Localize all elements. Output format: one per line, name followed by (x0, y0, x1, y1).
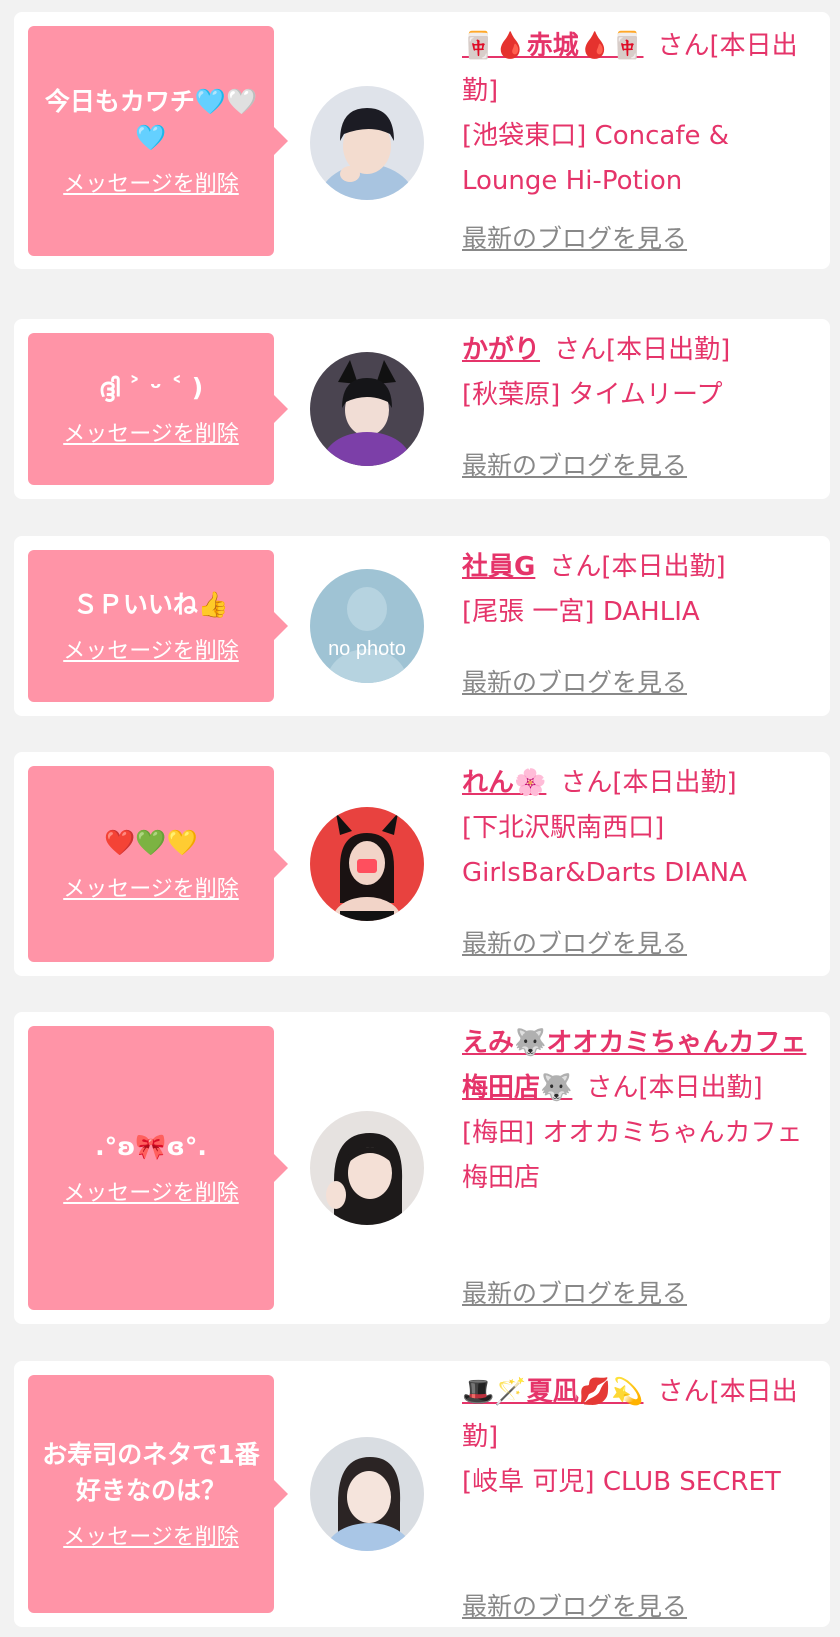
no-photo-text: no photo (328, 638, 406, 660)
no-photo-icon: no photo (310, 569, 424, 683)
name-suffix: さん (657, 31, 710, 61)
delete-message-link[interactable]: メッセージを削除 (63, 1175, 239, 1207)
work-status: [本日出勤] (606, 335, 731, 365)
avatar[interactable]: no photo (310, 569, 424, 683)
work-status: [本日出勤] (601, 552, 726, 582)
avatar[interactable] (310, 1111, 424, 1225)
girl-name-link[interactable]: 🀄🩸赤城🩸🀄 (462, 31, 644, 61)
message-bubble: 今日もカワチ🩵🤍🩵 メッセージを削除 (28, 26, 288, 256)
avatar[interactable] (310, 352, 424, 466)
avatar[interactable] (310, 1437, 424, 1551)
avatar[interactable] (310, 807, 424, 921)
message-text: ❤️💚💛 (104, 828, 198, 857)
cat-ear-girl-photo-icon (310, 352, 424, 466)
latest-blog-link[interactable]: 最新のブログを見る (462, 1587, 687, 1623)
shop-name: [梅田] オオカミちゃんカフェ梅田店 (462, 1118, 803, 1193)
girl-info: えみ🐺オオカミちゃんカフェ梅田店🐺 さん[本日出勤] [梅田] オオカミちゃんカフ… (462, 1021, 818, 1201)
message-card: ＳＰいいね👍 メッセージを削除 no photo 社員G さん[本日出勤] [尾張… (14, 536, 830, 716)
girl-name-link[interactable]: 🎩🪄夏凪💋💫 (462, 1377, 644, 1407)
girl-name-link[interactable]: れん🌸 (462, 768, 546, 798)
shop-name: [岐阜 可児] CLUB SECRET (462, 1467, 781, 1497)
name-suffix: さん (549, 552, 602, 582)
message-text: 今日もカワチ🩵🤍🩵 (44, 87, 258, 152)
latest-blog-link[interactable]: 最新のブログを見る (462, 446, 687, 482)
girl-info: 🀄🩸赤城🩸🀄 さん[本日出勤] [池袋東口] Concafe & Lounge H… (462, 24, 818, 204)
delete-message-link[interactable]: メッセージを削除 (63, 166, 239, 198)
work-status: [本日出勤] (638, 1073, 763, 1103)
name-suffix: さん (560, 768, 613, 798)
latest-blog-link[interactable]: 最新のブログを見る (462, 219, 687, 255)
work-status: [本日出勤] (612, 768, 737, 798)
devil-horn-girl-photo-icon (310, 807, 424, 921)
shop-name: [下北沢駅南西口] GirlsBar&Darts DIANA (462, 813, 747, 888)
avatar[interactable] (310, 86, 424, 200)
message-bubble: ❤️💚💛 メッセージを削除 (28, 766, 288, 962)
message-card: ദ്ദി ˃ ᵕ ˂ ) メッセージを削除 かがり さん[本日出勤] [秋葉原] … (14, 319, 830, 499)
latest-blog-link[interactable]: 最新のブログを見る (462, 924, 687, 960)
shop-name: [秋葉原] タイムリープ (462, 380, 723, 410)
delete-message-link[interactable]: メッセージを削除 (63, 633, 239, 665)
message-text: .°ʚ🎀ɞ°. (95, 1132, 207, 1161)
message-card: 今日もカワチ🩵🤍🩵 メッセージを削除 🀄🩸赤城🩸🀄 さん[本日出勤] [池袋東口]… (14, 12, 830, 269)
latest-blog-link[interactable]: 最新のブログを見る (462, 663, 687, 699)
girl-info: 🎩🪄夏凪💋💫 さん[本日出勤] [岐阜 可児] CLUB SECRET (462, 1370, 818, 1505)
message-bubble: ദ്ദി ˃ ᵕ ˂ ) メッセージを削除 (28, 333, 288, 485)
shop-name: [尾張 一宮] DAHLIA (462, 597, 700, 627)
latest-blog-link[interactable]: 最新のブログを見る (462, 1274, 687, 1310)
cosplay-girl-photo-icon (310, 86, 424, 200)
message-card: お寿司のネタで1番好きなのは？ メッセージを削除 🎩🪄夏凪💋💫 さん[本日出勤] … (14, 1361, 830, 1627)
message-bubble: .°ʚ🎀ɞ°. メッセージを削除 (28, 1026, 288, 1310)
shop-name: [池袋東口] Concafe & Lounge Hi-Potion (462, 121, 730, 196)
message-text: ＳＰいいね👍 (72, 590, 230, 619)
peace-sign-girl-photo-icon (310, 1111, 424, 1225)
message-card: .°ʚ🎀ɞ°. メッセージを削除 えみ🐺オオカミちゃんカフェ梅田店🐺 さん[本日出… (14, 1012, 830, 1324)
message-bubble: お寿司のネタで1番好きなのは？ メッセージを削除 (28, 1375, 288, 1613)
message-card: ❤️💚💛 メッセージを削除 れん🌸 さん[本日出勤] [下北沢駅南西口] Girl… (14, 752, 830, 976)
message-text: ദ്ദി ˃ ᵕ ˂ ) (98, 373, 204, 402)
name-suffix: さん (554, 335, 607, 365)
delete-message-link[interactable]: メッセージを削除 (63, 416, 239, 448)
message-bubble: ＳＰいいね👍 メッセージを削除 (28, 550, 288, 702)
girl-name-link[interactable]: 社員G (462, 552, 535, 582)
girl-info: 社員G さん[本日出勤] [尾張 一宮] DAHLIA (462, 545, 818, 635)
delete-message-link[interactable]: メッセージを削除 (63, 1519, 239, 1551)
message-text: お寿司のネタで1番好きなのは？ (42, 1440, 260, 1505)
delete-message-link[interactable]: メッセージを削除 (63, 871, 239, 903)
girl-info: かがり さん[本日出勤] [秋葉原] タイムリープ (462, 328, 818, 418)
name-suffix: さん (586, 1073, 639, 1103)
girl-name-link[interactable]: かがり (462, 335, 540, 365)
girl-info: れん🌸 さん[本日出勤] [下北沢駅南西口] GirlsBar&Darts DIA… (462, 761, 818, 896)
name-suffix: さん (657, 1377, 710, 1407)
selfie-girl-photo-icon (310, 1437, 424, 1551)
